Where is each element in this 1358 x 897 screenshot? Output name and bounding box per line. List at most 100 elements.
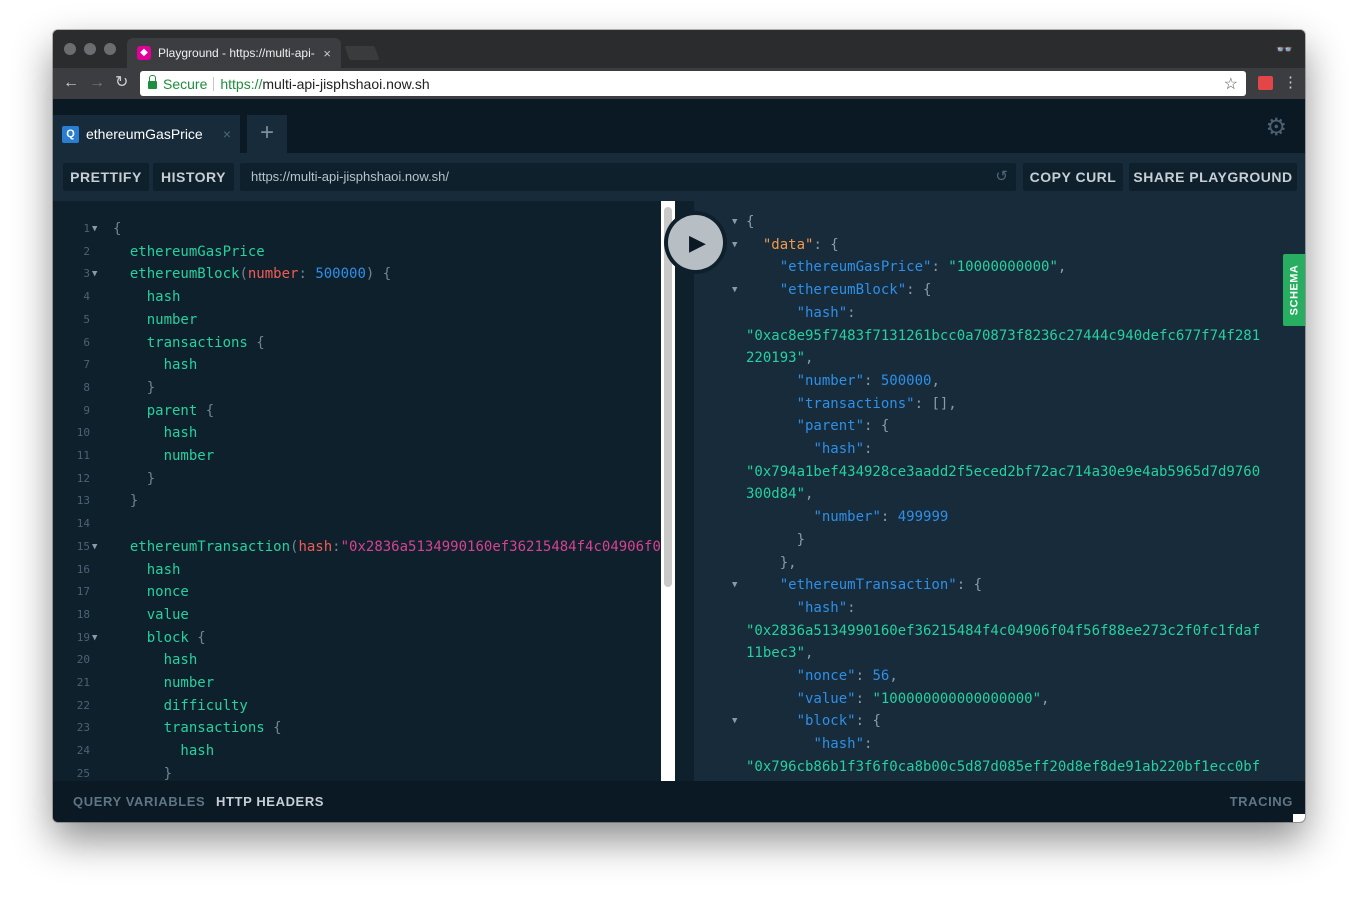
- fold-toggle-icon[interactable]: ▼: [732, 279, 737, 302]
- address-bar[interactable]: Secure https://multi-api-jisphshaoi.now.…: [140, 71, 1246, 96]
- fold-toggle-icon[interactable]: ▼: [732, 710, 737, 733]
- reload-icon[interactable]: ↻: [115, 73, 128, 93]
- fold-toggle-icon[interactable]: ▼: [732, 234, 737, 257]
- back-arrow-icon[interactable]: ←: [63, 73, 79, 93]
- code-token: number: [247, 266, 299, 283]
- query-tab[interactable]: Q ethereumGasPrice ×: [53, 115, 240, 153]
- query-tab-label: ethereumGasPrice: [86, 126, 203, 142]
- line-number: 9: [83, 403, 90, 417]
- fold-toggle-icon[interactable]: ▼: [92, 263, 97, 286]
- add-tab-button[interactable]: +: [247, 115, 287, 153]
- editor-line[interactable]: 7 hash: [53, 354, 661, 377]
- code-token: }: [113, 379, 156, 396]
- schema-tab-label: SCHEMA: [1288, 264, 1301, 316]
- result-line: ▼ "data": {: [694, 234, 1305, 257]
- browser-toolbar: ← → ↻ Secure https://multi-api-jisphshao…: [53, 68, 1305, 99]
- extension-icon[interactable]: [1258, 76, 1273, 90]
- result-token: 220193": [746, 350, 806, 367]
- result-text: 220193",: [746, 347, 813, 370]
- result-token: 56: [872, 668, 890, 684]
- editor-line[interactable]: 24 hash: [53, 740, 661, 763]
- editor-line[interactable]: 4 hash: [53, 286, 661, 309]
- share-playground-button[interactable]: SHARE PLAYGROUND: [1129, 163, 1297, 191]
- menu-kebab-icon[interactable]: ⋮: [1283, 73, 1298, 91]
- result-token: :: [880, 509, 898, 526]
- execute-query-button[interactable]: ▶: [664, 211, 727, 274]
- fold-toggle-icon[interactable]: ▼: [92, 536, 97, 559]
- http-headers-tab[interactable]: HTTP HEADERS: [216, 781, 324, 822]
- result-token: ,: [805, 645, 814, 662]
- result-text: "ethereumTransaction": {: [746, 574, 982, 597]
- close-icon[interactable]: ×: [223, 126, 231, 142]
- editor-line[interactable]: 6 transactions {: [53, 332, 661, 355]
- zoom-window-button[interactable]: [104, 43, 116, 55]
- schema-tab[interactable]: SCHEMA: [1283, 254, 1305, 326]
- result-text: "nonce": 56,: [746, 665, 898, 688]
- result-line: "0x796cb86b1f3f6f0ca8b00c5d87d085eff20d8…: [694, 756, 1305, 779]
- editor-line[interactable]: 25 }: [53, 763, 661, 781]
- tracing-tab[interactable]: TRACING: [1230, 781, 1293, 822]
- new-tab-button[interactable]: [344, 46, 380, 60]
- editor-line[interactable]: 9 parent {: [53, 400, 661, 423]
- result-token: [746, 305, 797, 321]
- result-text: "0xac8e95f7483f7131261bcc0a70873f8236c27…: [746, 325, 1260, 348]
- endpoint-input[interactable]: https://multi-api-jisphshaoi.now.sh/ ↺: [240, 163, 1016, 191]
- result-token: {: [746, 214, 755, 230]
- result-token: ,: [1041, 690, 1050, 707]
- graphql-icon: ◆: [137, 46, 151, 60]
- editor-line[interactable]: 23 transactions {: [53, 717, 661, 740]
- code-text: transactions {: [113, 717, 282, 740]
- result-text: "number": 499999: [746, 506, 948, 529]
- editor-line[interactable]: 14: [53, 513, 661, 536]
- code-token: difficulty: [113, 697, 248, 714]
- query-editor[interactable]: 1 ▼{2 ethereumGasPrice 3 ▼ ethereumBlock(nu…: [53, 201, 661, 781]
- editor-line[interactable]: 20 hash: [53, 649, 661, 672]
- fold-toggle-icon[interactable]: ▼: [92, 627, 97, 650]
- editor-line[interactable]: 3 ▼ ethereumBlock(number: 500000) {: [53, 263, 661, 286]
- editor-scrollbar[interactable]: [661, 201, 675, 781]
- result-token: :: [847, 304, 856, 321]
- code-text: number: [113, 445, 215, 468]
- result-token: "nonce": [796, 668, 856, 684]
- result-text: "hash":: [746, 438, 872, 461]
- bookmark-star-icon[interactable]: ☆: [1224, 74, 1238, 94]
- result-line: "number": 499999: [694, 506, 1305, 529]
- line-number: 3: [83, 267, 90, 281]
- editor-line[interactable]: 18 value: [53, 604, 661, 627]
- editor-line[interactable]: 13 }: [53, 490, 661, 513]
- reload-schema-icon[interactable]: ↺: [995, 163, 1008, 191]
- result-text: 300d84",: [746, 483, 813, 506]
- scrollbar-thumb[interactable]: [664, 207, 672, 587]
- editor-line[interactable]: 12 }: [53, 468, 661, 491]
- editor-line[interactable]: 1 ▼ {: [53, 218, 661, 241]
- code-token: number: [113, 448, 215, 464]
- fold-toggle-icon[interactable]: ▼: [92, 218, 97, 241]
- editor-line[interactable]: 8 }: [53, 377, 661, 400]
- code-token: ethereumGasPrice: [113, 243, 265, 260]
- code-text: nonce: [113, 581, 189, 604]
- editor-line[interactable]: 15 ▼ ethereumTransaction(hash:"0x2836a513…: [53, 536, 661, 559]
- editor-line[interactable]: 2 ethereumGasPrice: [53, 241, 661, 264]
- minimize-window-button[interactable]: [84, 43, 96, 55]
- editor-line[interactable]: 5 number: [53, 309, 661, 332]
- close-icon[interactable]: ×: [323, 46, 331, 61]
- result-text: "value": "100000000000000000",: [746, 688, 1050, 711]
- editor-line[interactable]: 11 number: [53, 445, 661, 468]
- forward-arrow-icon[interactable]: →: [89, 73, 105, 93]
- editor-line[interactable]: 21 number: [53, 672, 661, 695]
- history-button[interactable]: HISTORY: [153, 163, 234, 191]
- close-window-button[interactable]: [64, 43, 76, 55]
- browser-tab[interactable]: ◆ Playground - https://multi-api- ×: [127, 38, 341, 68]
- editor-line[interactable]: 22 difficulty: [53, 695, 661, 718]
- editor-line[interactable]: 16 hash: [53, 559, 661, 582]
- query-variables-tab[interactable]: QUERY VARIABLES: [73, 781, 205, 822]
- editor-line[interactable]: 19 ▼ block {: [53, 627, 661, 650]
- settings-gear-icon[interactable]: ⚙: [1265, 113, 1287, 142]
- line-number: 23: [76, 721, 90, 735]
- prettify-button[interactable]: PRETTIFY: [63, 163, 149, 191]
- editor-line[interactable]: 17 nonce: [53, 581, 661, 604]
- fold-toggle-icon[interactable]: ▼: [732, 211, 737, 234]
- copy-curl-button[interactable]: COPY CURL: [1023, 163, 1123, 191]
- fold-toggle-icon[interactable]: ▼: [732, 574, 737, 597]
- editor-line[interactable]: 10 hash: [53, 422, 661, 445]
